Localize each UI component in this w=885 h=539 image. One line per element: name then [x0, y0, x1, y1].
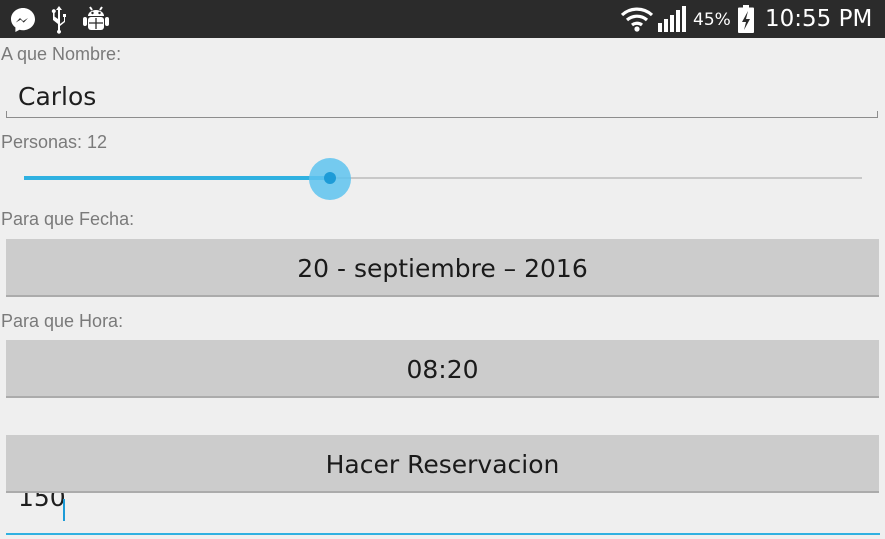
- signal-icon: [658, 6, 686, 32]
- persons-label: Personas: 12: [1, 132, 108, 152]
- messenger-icon: [11, 8, 35, 32]
- usb-icon: [51, 6, 66, 34]
- battery-percent: 45%: [693, 10, 731, 30]
- date-picker-button[interactable]: 20 - septiembre – 2016: [6, 239, 879, 297]
- android-debug-icon: [83, 6, 109, 30]
- text-cursor: [63, 499, 65, 521]
- time-label: Para que Hora:: [1, 311, 124, 331]
- date-label: Para que Fecha:: [1, 209, 135, 229]
- status-bar: 45% 10:55 PM: [0, 0, 885, 38]
- name-field-value: Carlos: [18, 82, 97, 111]
- slider-fill: [24, 176, 330, 180]
- bottom-field-value: 150: [18, 493, 66, 512]
- time-picker-button[interactable]: 08:20: [6, 340, 879, 398]
- bottom-input-field[interactable]: 150: [6, 493, 880, 537]
- reserve-button[interactable]: Hacer Reservacion: [6, 435, 879, 493]
- battery-charging-icon: [738, 5, 754, 33]
- name-field[interactable]: Carlos: [6, 72, 878, 118]
- name-field-underline: [6, 111, 878, 118]
- persons-slider[interactable]: [24, 158, 862, 200]
- slider-thumb[interactable]: [324, 172, 336, 184]
- wifi-icon: [620, 7, 654, 32]
- bottom-field-underline: [6, 533, 880, 535]
- clock: 10:55 PM: [765, 6, 873, 32]
- name-label: A que Nombre:: [1, 44, 122, 64]
